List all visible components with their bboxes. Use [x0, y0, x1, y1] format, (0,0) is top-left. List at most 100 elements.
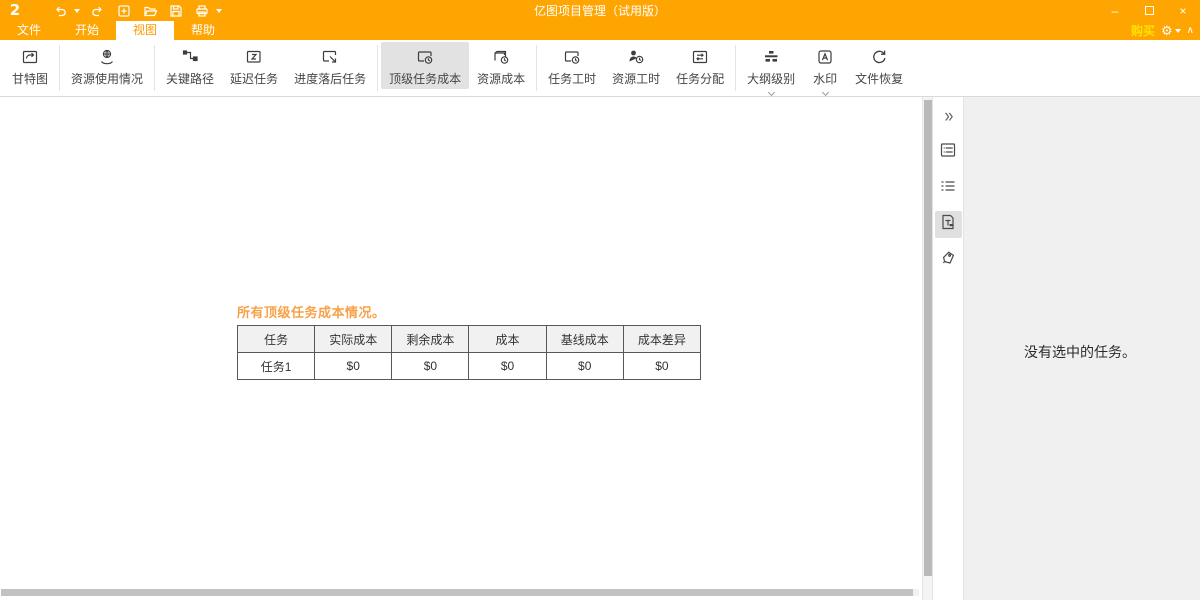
task-detail-panel: 没有选中的任务。	[963, 97, 1200, 600]
minimize-button[interactable]: –	[1098, 0, 1132, 21]
tab-help[interactable]: 帮助	[174, 21, 232, 40]
maximize-icon	[1145, 6, 1154, 15]
buy-link[interactable]: 购买	[1131, 22, 1155, 39]
ribbon-button-label: 资源成本	[477, 70, 525, 87]
qat-customize-caret-icon[interactable]	[216, 9, 222, 13]
ribbon-button-resource-usage[interactable]: 资源使用情况	[63, 42, 151, 89]
file-recovery-icon	[869, 46, 889, 68]
watermark-icon	[815, 46, 835, 68]
settings-caret-icon[interactable]	[1175, 29, 1181, 33]
expand-panel-button[interactable]: »	[935, 103, 962, 130]
ribbon-button-label: 任务分配	[676, 70, 724, 87]
print-icon	[195, 4, 209, 18]
task-list-icon	[939, 177, 957, 200]
ribbon-button-task-hours[interactable]: 任务工时	[540, 42, 604, 89]
ribbon-divider	[154, 45, 155, 91]
vertical-scrollbar-thumb[interactable]	[924, 100, 932, 576]
table-cell-task-name[interactable]: 任务1	[238, 353, 315, 380]
table-cell-actual-cost[interactable]: $0	[315, 353, 392, 380]
ribbon-button-watermark[interactable]: 水印	[803, 42, 847, 97]
no-selection-message: 没有选中的任务。	[1024, 342, 1136, 362]
dropdown-caret-icon	[768, 89, 775, 96]
ribbon-button-critical-path[interactable]: 关键路径	[158, 42, 222, 89]
table-cell-remaining-cost[interactable]: $0	[392, 353, 469, 380]
window-controls: – ×	[1098, 0, 1200, 21]
table-cell-cost-variance[interactable]: $0	[623, 353, 700, 380]
ribbon-button-top-task-cost[interactable]: 顶级任务成本	[381, 42, 469, 89]
horizontal-scrollbar[interactable]	[1, 589, 919, 596]
ribbon-button-label: 任务工时	[548, 70, 596, 87]
behind-schedule-icon	[320, 46, 340, 68]
ribbon-button-label: 水印	[813, 70, 837, 87]
column-header[interactable]: 剩余成本	[392, 326, 469, 353]
ribbon-button-label: 资源使用情况	[71, 70, 143, 87]
open-file-button[interactable]	[142, 3, 158, 19]
dropdown-caret-icon	[822, 89, 829, 96]
open-folder-icon	[143, 4, 158, 18]
tab-view[interactable]: 视图	[116, 21, 174, 40]
cost-table: 任务 实际成本 剩余成本 成本 基线成本 成本差异 任务1 $0 $0 $0 $…	[237, 325, 701, 380]
tag-panel-button[interactable]	[935, 247, 962, 274]
column-header[interactable]: 实际成本	[315, 326, 392, 353]
tab-home[interactable]: 开始	[58, 21, 116, 40]
ribbon-button-delayed-tasks[interactable]: 延迟任务	[222, 42, 286, 89]
canvas-heading[interactable]: 所有顶级任务成本情况。	[237, 302, 386, 321]
task-info-icon	[939, 141, 957, 164]
undo-icon	[53, 4, 67, 18]
resource-usage-icon	[97, 46, 117, 68]
save-button[interactable]	[168, 3, 184, 19]
gantt-chart-icon	[20, 46, 40, 68]
ribbon-divider	[536, 45, 537, 91]
ribbon-button-behind-schedule-tasks[interactable]: 进度落后任务	[286, 42, 374, 89]
column-header[interactable]: 成本	[469, 326, 546, 353]
resource-hours-icon	[626, 46, 646, 68]
maximize-button[interactable]	[1132, 0, 1166, 21]
report-panel-button[interactable]	[935, 211, 962, 238]
ribbon-button-label: 关键路径	[166, 70, 214, 87]
menu-tab-bar: 文件 开始 视图 帮助 购买 ⚙ ∧	[0, 21, 1200, 40]
document-canvas[interactable]: 所有顶级任务成本情况。 任务 实际成本 剩余成本 成本 基线成本 成本差异 任务…	[0, 97, 922, 600]
task-hours-icon	[562, 46, 582, 68]
ribbon-button-label: 大纲级别	[747, 70, 795, 87]
redo-button[interactable]	[90, 3, 106, 19]
titlebar: 2	[0, 0, 1200, 21]
new-document-button[interactable]	[116, 3, 132, 19]
horizontal-scrollbar-thumb[interactable]	[1, 589, 913, 596]
collapse-ribbon-icon[interactable]: ∧	[1187, 25, 1194, 36]
report-page-icon	[939, 213, 957, 236]
print-button[interactable]	[194, 3, 210, 19]
tag-icon	[939, 249, 957, 272]
settings-gear-icon[interactable]: ⚙	[1161, 21, 1173, 40]
table-cell-baseline-cost[interactable]: $0	[546, 353, 623, 380]
task-info-panel-button[interactable]	[935, 139, 962, 166]
table-cell-cost[interactable]: $0	[469, 353, 546, 380]
ribbon-button-resource-cost[interactable]: 资源成本	[469, 42, 533, 89]
ribbon-divider	[59, 45, 60, 91]
ribbon-button-label: 甘特图	[12, 70, 48, 87]
task-list-panel-button[interactable]	[935, 175, 962, 202]
ribbon-button-file-recovery[interactable]: 文件恢复	[847, 42, 911, 89]
ribbon-divider	[735, 45, 736, 91]
ribbon-button-task-assignment[interactable]: 任务分配	[668, 42, 732, 89]
column-header[interactable]: 成本差异	[623, 326, 700, 353]
resource-cost-icon	[491, 46, 511, 68]
outline-level-icon	[761, 46, 781, 68]
close-button[interactable]: ×	[1166, 0, 1200, 21]
ribbon-button-outline-level[interactable]: 大纲级别	[739, 42, 803, 97]
undo-button[interactable]	[52, 3, 68, 19]
double-chevron-right-icon: »	[945, 106, 952, 128]
column-header[interactable]: 基线成本	[546, 326, 623, 353]
ribbon-button-resource-hours[interactable]: 资源工时	[604, 42, 668, 89]
tab-file[interactable]: 文件	[0, 21, 58, 40]
column-header[interactable]: 任务	[238, 326, 315, 353]
ribbon-button-label: 延迟任务	[230, 70, 278, 87]
right-tool-strip: »	[932, 97, 963, 600]
undo-dropdown-caret-icon[interactable]	[74, 9, 80, 13]
vertical-scrollbar[interactable]	[922, 97, 932, 600]
ribbon-button-gantt-chart[interactable]: 甘特图	[4, 42, 56, 89]
task-assign-icon	[690, 46, 710, 68]
ribbon-button-label: 进度落后任务	[294, 70, 366, 87]
ribbon-button-label: 资源工时	[612, 70, 660, 87]
top-task-cost-icon	[415, 46, 435, 68]
table-header-row: 任务 实际成本 剩余成本 成本 基线成本 成本差异	[238, 326, 701, 353]
